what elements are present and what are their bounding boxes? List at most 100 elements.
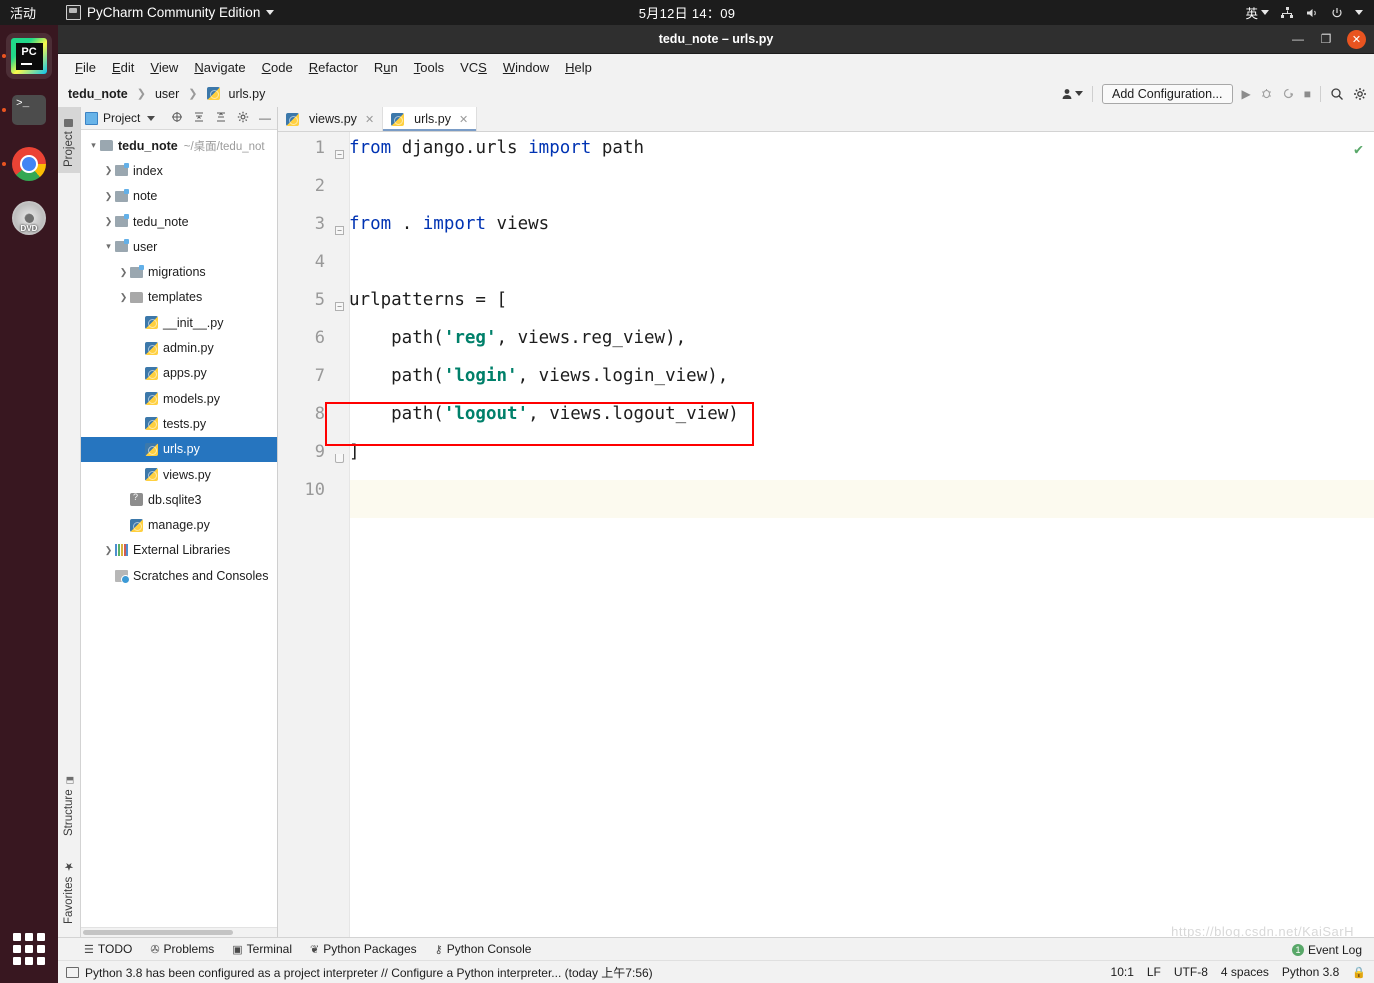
- chevron-right-icon[interactable]: ❯: [102, 216, 115, 227]
- tree-row-note[interactable]: ❯ note: [81, 184, 277, 209]
- menu-vcs[interactable]: VCS: [453, 58, 494, 77]
- stop-icon[interactable]: ■: [1304, 87, 1311, 101]
- status-message[interactable]: Python 3.8 has been configured as a proj…: [85, 964, 653, 981]
- fold-marker-line5[interactable]: −: [335, 302, 344, 311]
- tree-row-apps-py[interactable]: apps.py: [81, 361, 277, 386]
- editor-tab-urls[interactable]: urls.py ✕: [383, 107, 478, 131]
- menu-file[interactable]: File: [68, 58, 103, 77]
- settings-gear-icon[interactable]: [235, 111, 251, 126]
- code-folding-gutter[interactable]: [333, 132, 349, 937]
- menu-view[interactable]: View: [143, 58, 185, 77]
- run-icon[interactable]: ▶: [1242, 87, 1251, 101]
- tool-button-python-console[interactable]: ⚷ Python Console: [435, 942, 532, 956]
- run-with-coverage-icon[interactable]: [1282, 87, 1295, 100]
- tree-row-tests-py[interactable]: tests.py: [81, 411, 277, 436]
- fold-marker-line3[interactable]: −: [335, 226, 344, 235]
- menu-run[interactable]: Run: [367, 58, 405, 77]
- show-applications-button[interactable]: [13, 933, 45, 965]
- python-interpreter[interactable]: Python 3.8: [1282, 965, 1339, 979]
- tree-row-__init__-py[interactable]: __init__.py: [81, 310, 277, 335]
- tool-button-todo[interactable]: ☰ TODO: [84, 942, 132, 956]
- code-line[interactable]: path('login', views.login_view),: [349, 366, 728, 386]
- settings-gear-icon[interactable]: [1353, 87, 1367, 101]
- chevron-right-icon[interactable]: ❯: [117, 292, 130, 303]
- minimize-button[interactable]: —: [1291, 32, 1305, 46]
- tree-row-templates[interactable]: ❯ templates: [81, 285, 277, 310]
- tree-row-views-py[interactable]: views.py: [81, 462, 277, 487]
- code-line[interactable]: path('reg', views.reg_view),: [349, 328, 686, 348]
- editor-tab-views[interactable]: views.py ✕: [278, 107, 384, 131]
- menu-code[interactable]: Code: [255, 58, 300, 77]
- tree-row-models-py[interactable]: models.py: [81, 386, 277, 411]
- chevron-down-icon[interactable]: ▾: [102, 241, 115, 252]
- breadcrumb-item-file[interactable]: urls.py: [229, 87, 266, 101]
- debug-icon[interactable]: [1260, 87, 1273, 100]
- close-button[interactable]: ✕: [1347, 29, 1366, 49]
- tree-row-user[interactable]: ▾ user: [81, 234, 277, 259]
- line-separator[interactable]: LF: [1147, 965, 1161, 979]
- search-icon[interactable]: [1330, 87, 1344, 101]
- project-panel-hscrollbar[interactable]: [81, 927, 277, 937]
- tree-row-admin-py[interactable]: admin.py: [81, 335, 277, 360]
- tree-row-label: tests.py: [163, 416, 207, 431]
- tree-row-index[interactable]: ❯ index: [81, 158, 277, 183]
- code-line[interactable]: urlpatterns = [: [349, 290, 507, 310]
- chevron-down-icon[interactable]: ▾: [87, 140, 100, 151]
- tree-row-tedu_note[interactable]: ❯ tedu_note: [81, 209, 277, 234]
- fold-marker-line1[interactable]: −: [335, 150, 344, 159]
- menu-edit[interactable]: Edit: [105, 58, 141, 77]
- collapse-all-icon[interactable]: [191, 111, 207, 126]
- close-icon[interactable]: ✕: [365, 113, 374, 126]
- hide-panel-icon[interactable]: —: [257, 111, 273, 125]
- dock-item-chrome[interactable]: [2, 141, 52, 187]
- tree-row-manage-py[interactable]: manage.py: [81, 512, 277, 537]
- chevron-right-icon[interactable]: ❯: [102, 191, 115, 202]
- close-icon[interactable]: ✕: [459, 113, 468, 126]
- menu-tools[interactable]: Tools: [407, 58, 451, 77]
- tree-row-db-sqlite3[interactable]: db.sqlite3: [81, 487, 277, 512]
- add-configuration-button[interactable]: Add Configuration...: [1102, 83, 1233, 104]
- tool-tab-structure[interactable]: Structure ⬓: [58, 766, 80, 842]
- tool-button-terminal[interactable]: ▣ Terminal: [232, 942, 292, 956]
- tool-tab-project[interactable]: Project: [58, 107, 80, 173]
- inspection-status-icon[interactable]: ✔: [1354, 140, 1363, 158]
- code-editor[interactable]: 1 from django.urls import path 2 3 from . im…: [278, 132, 1374, 937]
- chevron-right-icon[interactable]: ❯: [117, 267, 130, 278]
- breadcrumb-item-folder[interactable]: user: [155, 87, 179, 101]
- user-profile-icon[interactable]: [1061, 87, 1084, 101]
- menu-refactor[interactable]: Refactor: [302, 58, 365, 77]
- maximize-button[interactable]: ❐: [1319, 32, 1333, 46]
- tree-row-migrations[interactable]: ❯ migrations: [81, 259, 277, 284]
- indent-setting[interactable]: 4 spaces: [1221, 965, 1269, 979]
- dock-item-dvd[interactable]: DVD: [6, 195, 52, 241]
- expand-all-icon[interactable]: [213, 111, 229, 126]
- dock-item-terminal[interactable]: >_: [2, 87, 52, 133]
- tree-row-tedu_note[interactable]: ▾ tedu_note ~/桌面/tedu_not: [81, 133, 277, 158]
- string-token: 'reg': [443, 328, 497, 348]
- file-encoding[interactable]: UTF-8: [1174, 965, 1208, 979]
- code-content[interactable]: 1 from django.urls import path 2 3 from . im…: [305, 132, 1374, 937]
- tool-tab-favorites[interactable]: Favorites ★: [58, 848, 80, 930]
- menu-help[interactable]: Help: [558, 58, 599, 77]
- tool-button-python-packages[interactable]: ❦ Python Packages: [310, 942, 417, 956]
- menu-window[interactable]: Window: [496, 58, 556, 77]
- tree-row-external-libraries[interactable]: ❯ External Libraries: [81, 538, 277, 563]
- locate-icon[interactable]: [169, 111, 185, 126]
- tree-row-urls-py[interactable]: urls.py: [81, 436, 277, 462]
- event-log-button[interactable]: 1 Event Log: [1291, 943, 1362, 957]
- dock-item-pycharm[interactable]: PC: [2, 33, 52, 79]
- chevron-right-icon[interactable]: ❯: [102, 545, 115, 556]
- clock[interactable]: 5月12日 14：09: [0, 3, 1374, 22]
- fold-marker-line9[interactable]: [335, 454, 344, 463]
- tool-button-problems[interactable]: ✇ Problems: [150, 942, 214, 956]
- code-line[interactable]: from . import views: [349, 214, 549, 234]
- code-line[interactable]: from django.urls import path: [349, 138, 644, 158]
- lock-icon[interactable]: 🔒: [1352, 966, 1366, 979]
- menu-navigate[interactable]: Navigate: [187, 58, 252, 77]
- chevron-right-icon[interactable]: ❯: [102, 165, 115, 176]
- project-panel-title[interactable]: Project: [85, 111, 156, 125]
- tree-row-label: views.py: [163, 467, 211, 482]
- caret-position[interactable]: 10:1: [1111, 965, 1134, 979]
- breadcrumb-item-project[interactable]: tedu_note: [68, 87, 128, 101]
- tree-row-scratches-and-consoles[interactable]: Scratches and Consoles: [81, 563, 277, 588]
